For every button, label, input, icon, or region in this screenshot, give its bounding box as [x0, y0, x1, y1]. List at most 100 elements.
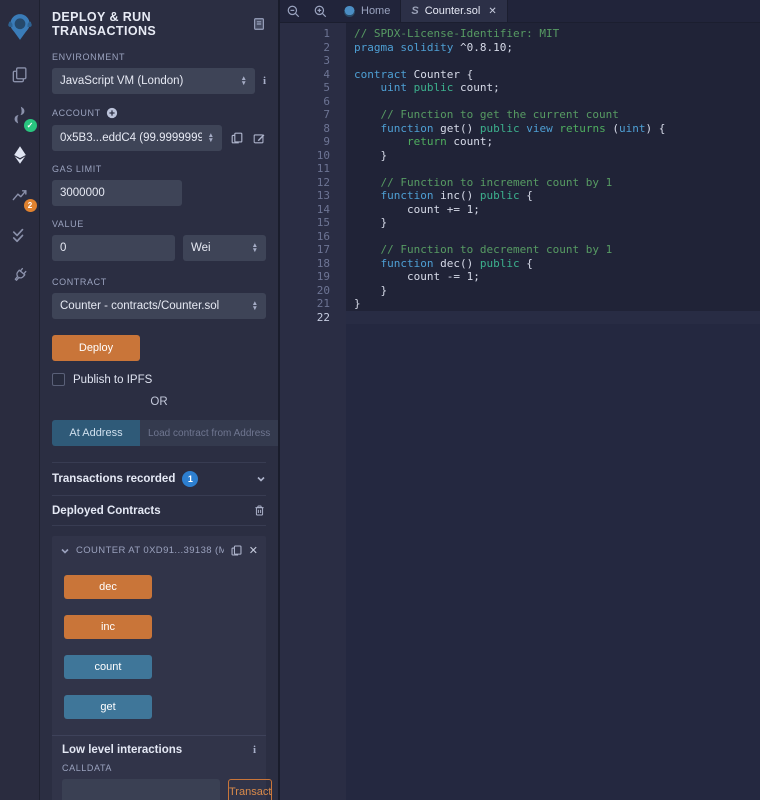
transact-button[interactable]: Transact	[228, 779, 272, 800]
transactions-chevron-down-icon[interactable]	[256, 474, 266, 484]
code-line: // Function to decrement count by 1	[346, 243, 760, 257]
line-number: 7	[280, 108, 330, 122]
low-level-info-icon[interactable]: i	[253, 744, 256, 756]
select-arrows-icon: ▲▼	[241, 76, 247, 86]
plugin-manager-icon[interactable]	[0, 256, 40, 294]
code-line	[346, 162, 760, 176]
deploy-run-icon[interactable]	[0, 136, 40, 174]
copy-account-icon[interactable]	[230, 131, 244, 145]
get-function-button[interactable]: get	[64, 695, 152, 719]
documentation-book-icon[interactable]	[252, 17, 266, 31]
environment-info-icon[interactable]: i	[263, 75, 266, 87]
code-line: // Function to increment count by 1	[346, 176, 760, 190]
line-number: 10	[280, 149, 330, 163]
at-address-input[interactable]	[140, 420, 280, 446]
editor-tabbar: Home S Counter.sol ✕	[280, 0, 760, 23]
deploy-button[interactable]: Deploy	[52, 335, 140, 361]
code-line	[346, 54, 760, 68]
calldata-label: CALLDATA	[62, 763, 256, 773]
publish-ipfs-checkbox[interactable]	[52, 373, 65, 386]
calldata-input[interactable]	[62, 779, 220, 800]
panel-title: DEPLOY & RUN TRANSACTIONS	[52, 10, 252, 38]
dec-function-button[interactable]: dec	[64, 575, 152, 599]
file-explorer-icon[interactable]	[0, 56, 40, 94]
environment-select[interactable]: JavaScript VM (London) ▲▼	[52, 68, 255, 94]
unit-testing-icon[interactable]	[0, 216, 40, 254]
gas-limit-label: GAS LIMIT	[52, 164, 266, 174]
clear-instances-trash-icon[interactable]	[253, 504, 266, 517]
code-line: count += 1;	[346, 203, 760, 217]
line-number: 15	[280, 216, 330, 230]
code-line: }	[346, 297, 760, 311]
code-area[interactable]: 12345678910111213141516171819202122 // S…	[280, 23, 760, 800]
line-number: 22	[280, 311, 330, 325]
value-input[interactable]	[52, 235, 175, 261]
select-arrows-icon: ▲▼	[252, 301, 258, 311]
instance-title: COUNTER AT 0XD91...39138 (MEMORY	[76, 545, 224, 556]
line-number: 12	[280, 176, 330, 190]
tab-label: Home	[361, 5, 390, 17]
line-number: 3	[280, 54, 330, 68]
code-line: return count;	[346, 135, 760, 149]
code-line: }	[346, 149, 760, 163]
analysis-count-badge: 2	[24, 199, 37, 212]
sign-message-edit-icon[interactable]	[252, 131, 266, 145]
line-number: 13	[280, 189, 330, 203]
tab-home[interactable]: Home	[334, 0, 401, 22]
copy-address-icon[interactable]	[230, 544, 243, 557]
code-line: contract Counter {	[346, 68, 760, 82]
line-number: 5	[280, 81, 330, 95]
remix-home-icon	[344, 6, 355, 17]
or-separator: OR	[52, 396, 266, 408]
zoom-in-icon[interactable]	[307, 0, 334, 22]
contract-select[interactable]: Counter - contracts/Counter.sol ▲▼	[52, 293, 266, 319]
zoom-out-icon[interactable]	[280, 0, 307, 22]
tab-counter-sol[interactable]: S Counter.sol ✕	[401, 0, 507, 22]
tab-close-icon[interactable]: ✕	[488, 6, 496, 17]
code-line: // Function to get the current count	[346, 108, 760, 122]
account-label: ACCOUNT	[52, 108, 101, 118]
deploy-run-panel: DEPLOY & RUN TRANSACTIONS ENVIRONMENT Ja…	[40, 0, 280, 800]
line-number: 14	[280, 203, 330, 217]
tab-label: Counter.sol	[425, 5, 481, 17]
line-number: 17	[280, 243, 330, 257]
code-editor: HomeSCounter.sol✕ 1234567891011121314151…	[280, 0, 760, 800]
instance-chevron-down-icon[interactable]	[60, 546, 70, 556]
transactions-recorded-label: Transactions recorded	[52, 473, 175, 485]
account-select[interactable]: 0x5B3...eddC4 (99.9999999 ▲▼	[52, 125, 222, 151]
count-function-button[interactable]: count	[64, 655, 152, 679]
code-line	[346, 95, 760, 109]
select-arrows-icon: ▲▼	[208, 133, 214, 143]
value-unit-select[interactable]: Wei ▲▼	[183, 235, 266, 261]
code-lines: // SPDX-License-Identifier: MITpragma so…	[346, 23, 760, 324]
line-number: 6	[280, 95, 330, 109]
inc-function-button[interactable]: inc	[64, 615, 152, 639]
value-label: VALUE	[52, 219, 266, 229]
solidity-file-icon: S	[411, 5, 418, 17]
at-address-button[interactable]: At Address	[52, 420, 140, 446]
code-line: pragma solidity ^0.8.10;	[346, 41, 760, 55]
select-arrows-icon: ▲▼	[252, 243, 258, 253]
line-number: 1	[280, 27, 330, 41]
create-account-plus-icon[interactable]	[106, 107, 118, 119]
deployed-contracts-label: Deployed Contracts	[52, 505, 161, 517]
deployed-contract-instance: COUNTER AT 0XD91...39138 (MEMORY ✕ dec in…	[52, 536, 266, 800]
line-number: 18	[280, 257, 330, 271]
instance-close-icon[interactable]: ✕	[249, 544, 258, 557]
line-number-gutter: 12345678910111213141516171819202122	[280, 23, 346, 800]
contract-label: CONTRACT	[52, 277, 266, 287]
static-analysis-icon[interactable]: 2	[0, 176, 40, 214]
code-line: function get() public view returns (uint…	[346, 122, 760, 136]
publish-ipfs-label: Publish to IPFS	[73, 374, 152, 386]
compiled-check-badge: ✓	[24, 119, 37, 132]
instance-actions: dec inc count get	[52, 563, 266, 719]
code-line: uint public count;	[346, 81, 760, 95]
solidity-compiler-icon[interactable]: ✓	[0, 96, 40, 134]
code-line	[346, 311, 760, 325]
gas-limit-input[interactable]	[52, 180, 182, 206]
line-number: 20	[280, 284, 330, 298]
transactions-count-badge: 1	[182, 471, 198, 487]
code-line	[346, 230, 760, 244]
line-number: 9	[280, 135, 330, 149]
remix-logo[interactable]	[0, 8, 40, 46]
